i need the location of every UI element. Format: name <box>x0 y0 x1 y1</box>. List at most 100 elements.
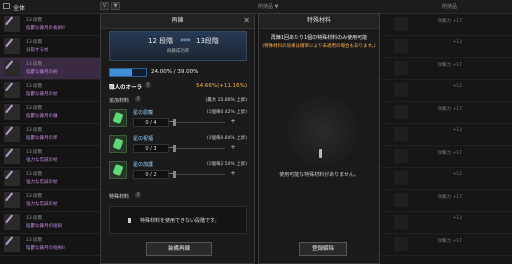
item-name: 強力な忠誠の杖 <box>26 202 58 207</box>
list-item[interactable]: 13 段階強力な忠誠の杖 <box>0 146 100 168</box>
aura-value: 54.66%(+11.16%) <box>196 83 247 89</box>
question-icon[interactable]: ? <box>145 82 151 88</box>
material-slider-track[interactable] <box>175 174 225 175</box>
special-label: 特殊材料 <box>109 194 130 200</box>
rate-bar-fill <box>110 69 133 76</box>
empty-message: 使用可能な特殊材料がありません。 <box>279 172 359 178</box>
top-bar: 全体 V ▼ 所持品 ▼ 所持品 <box>0 0 512 14</box>
addmat-label: 追加材料 <box>109 98 130 104</box>
aura-label: 職人のオーラ <box>109 85 143 91</box>
material-slider-handle[interactable] <box>173 171 176 178</box>
material-count: 0 / 2 <box>133 170 169 179</box>
sword-icon <box>4 16 20 32</box>
refine-button[interactable]: 装備再錬 <box>146 242 212 256</box>
list-item[interactable]: 13 段階 陰鬱な錬月の杖 <box>0 80 100 102</box>
item-name: 陰鬱な錬月の剣 <box>26 70 58 75</box>
list-item[interactable]: 攻撃力 +17 <box>380 14 512 36</box>
special-material-slot[interactable]: 特殊材料を使用できない段階です。 <box>109 206 247 234</box>
list-item[interactable]: 13 段階 陰鬱な錬月の短剣II <box>0 234 100 256</box>
filter-tab-2[interactable]: ▼ <box>111 2 120 10</box>
folder-icon <box>3 3 10 9</box>
panel-description: 再錬1回あたり1個の特殊材料のみ使用可能 <box>270 35 368 41</box>
item-level: 13 段階 <box>26 84 43 89</box>
list-item[interactable]: +12 <box>380 124 512 146</box>
item-stat: +12 <box>452 216 463 221</box>
list-item[interactable]: 攻撃力 +17 <box>380 234 512 256</box>
stage-arrow-icon: »»» <box>180 36 191 44</box>
list-item[interactable]: +12 <box>380 168 512 190</box>
rate-bar <box>109 68 147 77</box>
item-slot <box>394 171 408 185</box>
success-rate: 24.00% / 39.00% <box>109 67 247 77</box>
staff-icon <box>4 82 20 98</box>
item-stat: +12 <box>452 40 463 45</box>
plus-button[interactable]: + <box>229 170 237 178</box>
list-item[interactable]: 13 段階 分裂する杖 <box>0 36 100 58</box>
material-slider-track[interactable] <box>175 122 225 123</box>
stage-current: 12 段階 <box>148 37 174 45</box>
material-name: 星の加護 <box>133 162 154 168</box>
axe-icon <box>4 126 20 142</box>
item-level: 13 段階 <box>26 128 43 133</box>
inventory-label[interactable]: 所持品 ▼ <box>258 3 278 10</box>
list-item[interactable]: 13 段階 強力な忠誠の杖 <box>0 190 100 212</box>
list-item[interactable]: 攻撃力 +17 <box>380 58 512 80</box>
list-item[interactable]: +12 <box>380 80 512 102</box>
filter-tab-1[interactable]: V <box>100 2 109 10</box>
unregister-button[interactable]: 登録解除 <box>299 242 347 256</box>
material-slider-handle[interactable] <box>173 119 176 126</box>
special-materials-header: 特殊材料 ? <box>109 192 247 201</box>
gem-icon <box>109 161 127 179</box>
item-slot <box>394 149 408 163</box>
item-name: 強力な忠誠の杖 <box>26 180 58 185</box>
material-count: 0 / 3 <box>133 144 169 153</box>
scythe-icon <box>4 104 20 120</box>
item-level: 13 段階 <box>26 18 43 23</box>
empty-slot-circle <box>287 96 357 166</box>
item-level: 13 段階 <box>26 150 43 155</box>
plus-button[interactable]: + <box>229 118 237 126</box>
item-slot <box>394 39 408 53</box>
list-item[interactable]: 攻撃力 +17 <box>380 146 512 168</box>
list-item[interactable]: 13 段階 陰鬱な錬月の短剣 <box>0 212 100 234</box>
list-item[interactable]: +12 <box>380 36 512 58</box>
material-row: 星の加護 (1個毎2.50% 上昇) 0 / 2 − + <box>109 159 247 183</box>
material-note: (1個毎2.50% 上昇) <box>206 162 247 167</box>
question-icon[interactable]: ? <box>135 96 141 102</box>
staff-icon <box>4 38 20 54</box>
item-name: 陰鬱な錬月の長剣II <box>26 26 65 31</box>
material-slider-handle[interactable] <box>173 145 176 152</box>
item-stat: +12 <box>452 128 463 133</box>
list-item[interactable]: 攻撃力 +17 <box>380 102 512 124</box>
item-stat: +12 <box>452 172 463 177</box>
item-name: 陰鬱な錬月の斧 <box>26 136 58 141</box>
exclamation-icon <box>319 149 322 158</box>
material-name: 星の祝福 <box>133 136 154 142</box>
item-stat: 攻撃力 +17 <box>437 151 462 156</box>
filter-title[interactable]: 全体 <box>13 3 25 12</box>
material-slider-track[interactable] <box>175 148 225 149</box>
list-item[interactable]: 13 段階 強力な忠誠の杖 <box>0 168 100 190</box>
item-name: 強力な忠誠の杖 <box>26 158 58 163</box>
item-slot <box>394 237 408 251</box>
question-icon[interactable]: ? <box>135 192 141 198</box>
item-list: 13 段階 陰鬱な錬月の長剣II 13 段階 分裂する杖 13 段階 陰鬱な錬月の剣 … <box>0 14 100 264</box>
close-icon[interactable]: ✕ <box>243 16 250 25</box>
list-item[interactable]: 13 段階 陰鬱な錬月の鎌 <box>0 102 100 124</box>
item-stat: 攻撃力 +17 <box>437 19 462 24</box>
item-slot <box>394 193 408 207</box>
list-item-selected[interactable]: 13 段階 陰鬱な錬月の剣 <box>0 58 100 80</box>
list-item[interactable]: 13 段階陰鬱な錬月の斧 <box>0 124 100 146</box>
item-stat: 攻撃力 +17 <box>437 63 462 68</box>
item-slot <box>394 83 408 97</box>
panel-warning: (特殊材料の効果は確率により未適用の場合もあります。) <box>262 44 376 49</box>
refine-panel: 再錬 ✕ 12 段階 »»» 13段階 再錬成功率 24.00% / 39.00… <box>100 13 255 264</box>
list-item[interactable]: 攻撃力 +17 <box>380 190 512 212</box>
item-name: 陰鬱な錬月の短剣 <box>26 224 62 229</box>
aura-row: 職人のオーラ ? 54.66%(+11.16%) <box>109 82 247 91</box>
list-item[interactable]: +12 <box>380 212 512 234</box>
gem-icon <box>109 135 127 153</box>
plus-button[interactable]: + <box>229 144 237 152</box>
list-item[interactable]: 13 段階陰鬱な錬月の長剣II <box>0 14 100 36</box>
item-name: 陰鬱な錬月の短剣II <box>26 246 65 251</box>
